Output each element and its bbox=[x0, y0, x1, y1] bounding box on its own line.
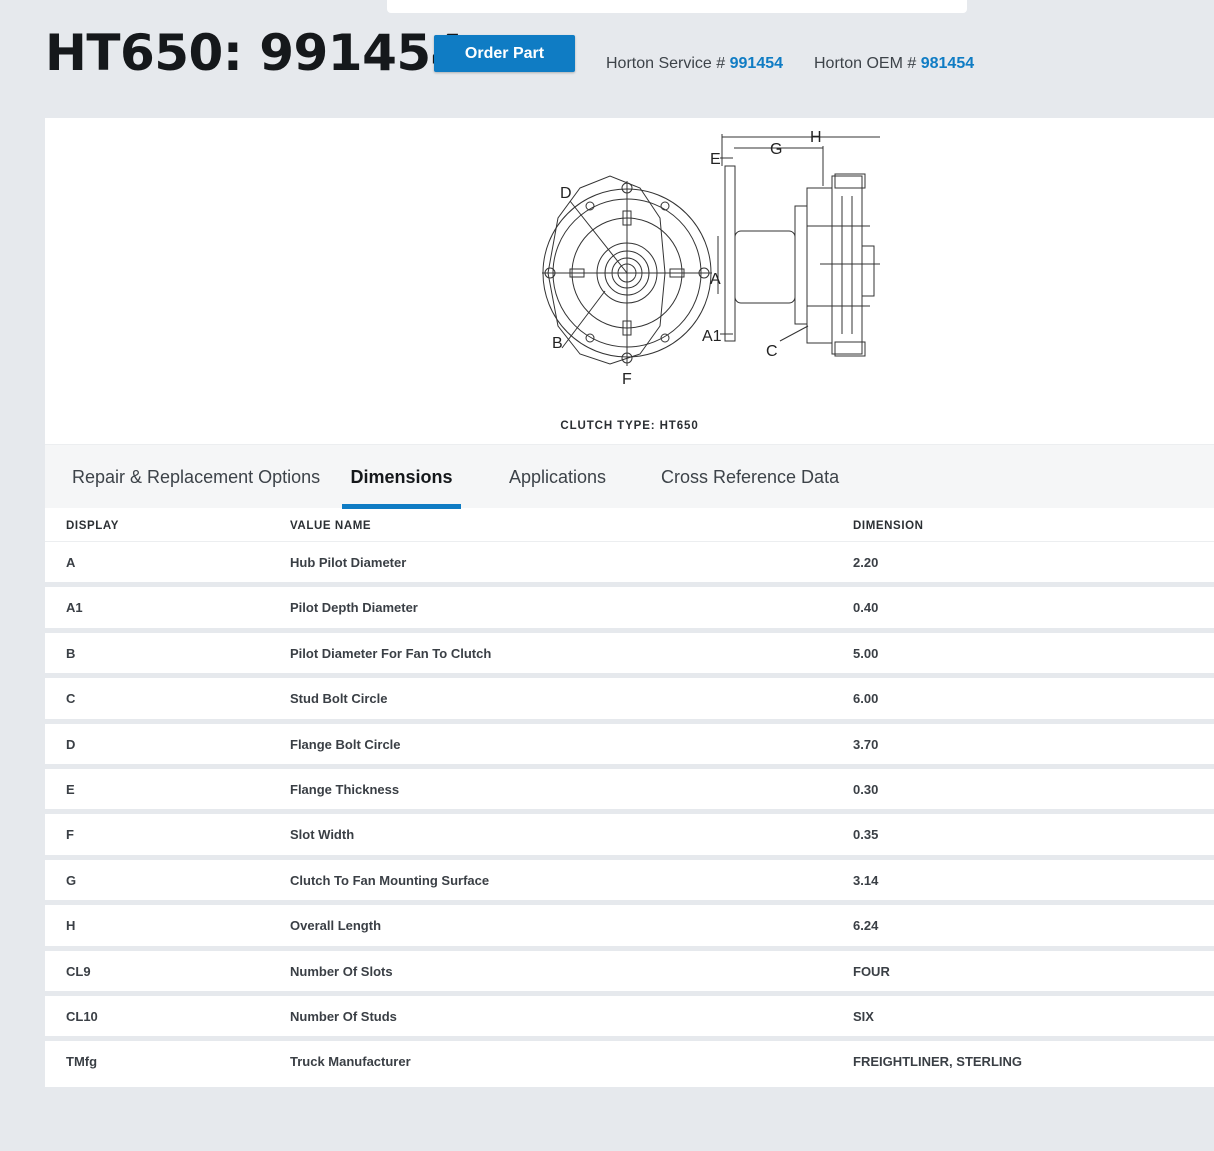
cell-display: A1 bbox=[66, 600, 83, 616]
table-row: CL10 Number Of Studs SIX bbox=[45, 995, 1214, 1042]
dim-label-a1: A1 bbox=[702, 328, 722, 345]
dim-label-c: C bbox=[766, 343, 778, 360]
clutch-dimension-diagram: D B F A A1 E G H C bbox=[542, 129, 880, 388]
cell-display: H bbox=[66, 918, 76, 934]
cell-dimension: 0.40 bbox=[853, 600, 879, 616]
cell-value-name: Flange Thickness bbox=[290, 781, 400, 797]
tab-cross-reference-data[interactable]: Cross Reference Data bbox=[661, 445, 839, 509]
cell-value-name: Number Of Slots bbox=[290, 963, 393, 979]
table-row: B Pilot Diameter For Fan To Clutch 5.00 bbox=[45, 632, 1214, 679]
cell-dimension: 0.30 bbox=[853, 781, 879, 797]
cell-display: F bbox=[66, 827, 74, 843]
oem-number-link[interactable]: 981454 bbox=[921, 55, 974, 72]
header-dimension: DIMENSION bbox=[853, 520, 924, 532]
dimensions-table-body: A Hub Pilot Diameter 2.20 A1 Pilot Depth Di… bbox=[45, 542, 1214, 1087]
tab-dimensions-label: Dimensions bbox=[350, 467, 453, 487]
cell-display: C bbox=[66, 691, 76, 707]
table-row: A Hub Pilot Diameter 2.20 bbox=[45, 542, 1214, 588]
cell-value-name: Overall Length bbox=[290, 918, 382, 934]
cell-display: G bbox=[66, 872, 77, 888]
cell-dimension: 2.20 bbox=[853, 555, 879, 570]
dim-label-a: A bbox=[710, 271, 721, 288]
tab-repair-replacement-options[interactable]: Repair & Replacement Options bbox=[72, 445, 320, 509]
cell-display: B bbox=[66, 645, 76, 661]
cell-dimension: 3.14 bbox=[853, 872, 879, 888]
cell-dimension: 6.24 bbox=[853, 918, 879, 934]
dim-label-f: F bbox=[622, 371, 632, 388]
tab-dimensions[interactable]: Dimensions bbox=[342, 445, 461, 509]
front-view bbox=[542, 175, 712, 366]
cell-value-name: Stud Bolt Circle bbox=[290, 691, 388, 707]
cell-value-name: Clutch To Fan Mounting Surface bbox=[290, 872, 490, 888]
cell-dimension: 5.00 bbox=[853, 645, 879, 661]
cell-dimension: SIX bbox=[853, 1008, 874, 1024]
cell-dimension: 0.35 bbox=[853, 827, 879, 843]
dim-label-h: H bbox=[810, 129, 822, 146]
table-row: F Slot Width 0.35 bbox=[45, 814, 1214, 860]
cell-dimension: FREIGHTLINER, STERLING bbox=[853, 1054, 1022, 1070]
table-row: A1 Pilot Depth Diameter 0.40 bbox=[45, 587, 1214, 633]
cell-value-name: Pilot Depth Diameter bbox=[290, 600, 418, 616]
dim-label-e: E bbox=[710, 151, 721, 168]
oem-label: Horton OEM # bbox=[814, 55, 917, 72]
page-title: HT650: 991454 bbox=[45, 24, 465, 82]
dim-label-b: B bbox=[552, 335, 563, 352]
cell-dimension: FOUR bbox=[853, 963, 890, 979]
cell-display: E bbox=[66, 781, 75, 797]
cell-display: D bbox=[66, 736, 76, 752]
cell-value-name: Slot Width bbox=[290, 827, 355, 843]
cell-display: TMfg bbox=[66, 1054, 98, 1070]
header-display: DISPLAY bbox=[66, 520, 119, 532]
table-row: TMfg Truck Manufacturer FREIGHTLINER, STER… bbox=[45, 1041, 1214, 1087]
table-row: C Stud Bolt Circle 6.00 bbox=[45, 678, 1214, 724]
cell-value-name: Truck Manufacturer bbox=[290, 1054, 411, 1070]
detail-tabs: Repair & Replacement Options Dimensions … bbox=[45, 444, 1214, 509]
horton-service-number: Horton Service # 991454 bbox=[606, 55, 783, 73]
dim-label-d: D bbox=[560, 185, 572, 202]
service-label: Horton Service # bbox=[606, 55, 726, 72]
header-value-name: VALUE NAME bbox=[290, 520, 372, 532]
cell-value-name: Hub Pilot Diameter bbox=[290, 555, 407, 570]
table-header: DISPLAY VALUE NAME DIMENSION bbox=[45, 508, 1214, 542]
cell-value-name: Number Of Studs bbox=[290, 1008, 397, 1024]
horton-oem-number: Horton OEM # 981454 bbox=[814, 55, 974, 73]
order-part-button[interactable]: Order Part bbox=[434, 35, 575, 72]
table-row: CL9 Number Of Slots FOUR bbox=[45, 950, 1214, 996]
cell-display: CL10 bbox=[66, 1008, 98, 1024]
cell-display: CL9 bbox=[66, 963, 91, 979]
cell-display: A bbox=[66, 555, 76, 570]
dim-label-g: G bbox=[770, 141, 782, 158]
clutch-type-caption: CLUTCH TYPE: HT650 bbox=[560, 420, 699, 432]
cell-dimension: 3.70 bbox=[853, 736, 879, 752]
side-view bbox=[717, 134, 880, 357]
part-detail-card: D B F A A1 E G H C CLUTCH TYPE: HT650 Re… bbox=[45, 118, 1214, 1087]
table-row: D Flange Bolt Circle 3.70 bbox=[45, 723, 1214, 769]
table-row: G Clutch To Fan Mounting Surface 3.14 bbox=[45, 859, 1214, 906]
table-row: H Overall Length 6.24 bbox=[45, 905, 1214, 951]
table-row: E Flange Thickness 0.30 bbox=[45, 768, 1214, 815]
cell-value-name: Pilot Diameter For Fan To Clutch bbox=[290, 645, 492, 661]
service-number-link[interactable]: 991454 bbox=[730, 55, 783, 72]
top-search-strip bbox=[387, 0, 967, 13]
cell-dimension: 6.00 bbox=[853, 691, 879, 707]
cell-value-name: Flange Bolt Circle bbox=[290, 736, 401, 752]
tab-applications[interactable]: Applications bbox=[509, 445, 606, 509]
